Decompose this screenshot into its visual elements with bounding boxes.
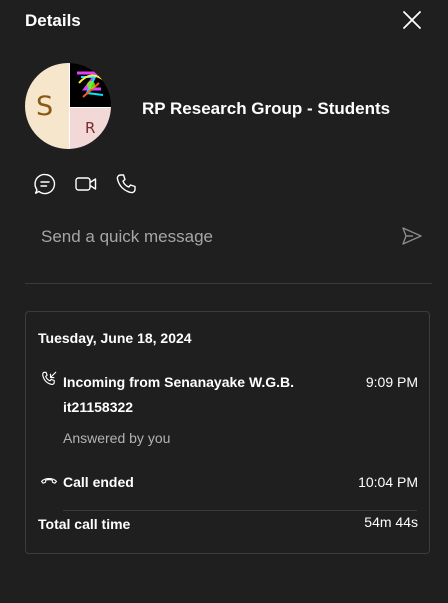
call-ended-time: 10:04 PM — [358, 474, 418, 490]
total-call-time-value: 54m 44s — [364, 514, 418, 530]
phone-icon[interactable] — [114, 172, 138, 196]
total-call-time-label: Total call time — [38, 516, 131, 532]
send-icon[interactable] — [400, 224, 424, 248]
call-ended-icon — [40, 478, 58, 484]
avatar-letter-r: R — [85, 119, 96, 137]
chat-icon[interactable] — [33, 172, 57, 196]
incoming-caller: Incoming from Senanayake W.G.B. — [63, 374, 295, 390]
incoming-call-icon — [42, 371, 57, 386]
group-name: RP Research Group - Students — [142, 99, 391, 118]
total-divider — [63, 510, 417, 511]
call-ended-label: Call ended — [63, 474, 134, 490]
incoming-time: 9:09 PM — [365, 374, 418, 390]
answered-status: Answered by you — [63, 430, 171, 446]
section-divider — [25, 283, 432, 284]
group-avatar: S R — [25, 63, 111, 149]
quick-message-input[interactable] — [25, 222, 413, 252]
close-icon[interactable] — [401, 9, 423, 31]
call-date: Tuesday, June 18, 2024 — [38, 330, 192, 346]
avatar-letter-s: S — [36, 91, 54, 122]
panel-title: Details — [25, 11, 81, 30]
incoming-caller-id: it21158322 — [63, 399, 134, 415]
video-icon[interactable] — [74, 172, 98, 196]
